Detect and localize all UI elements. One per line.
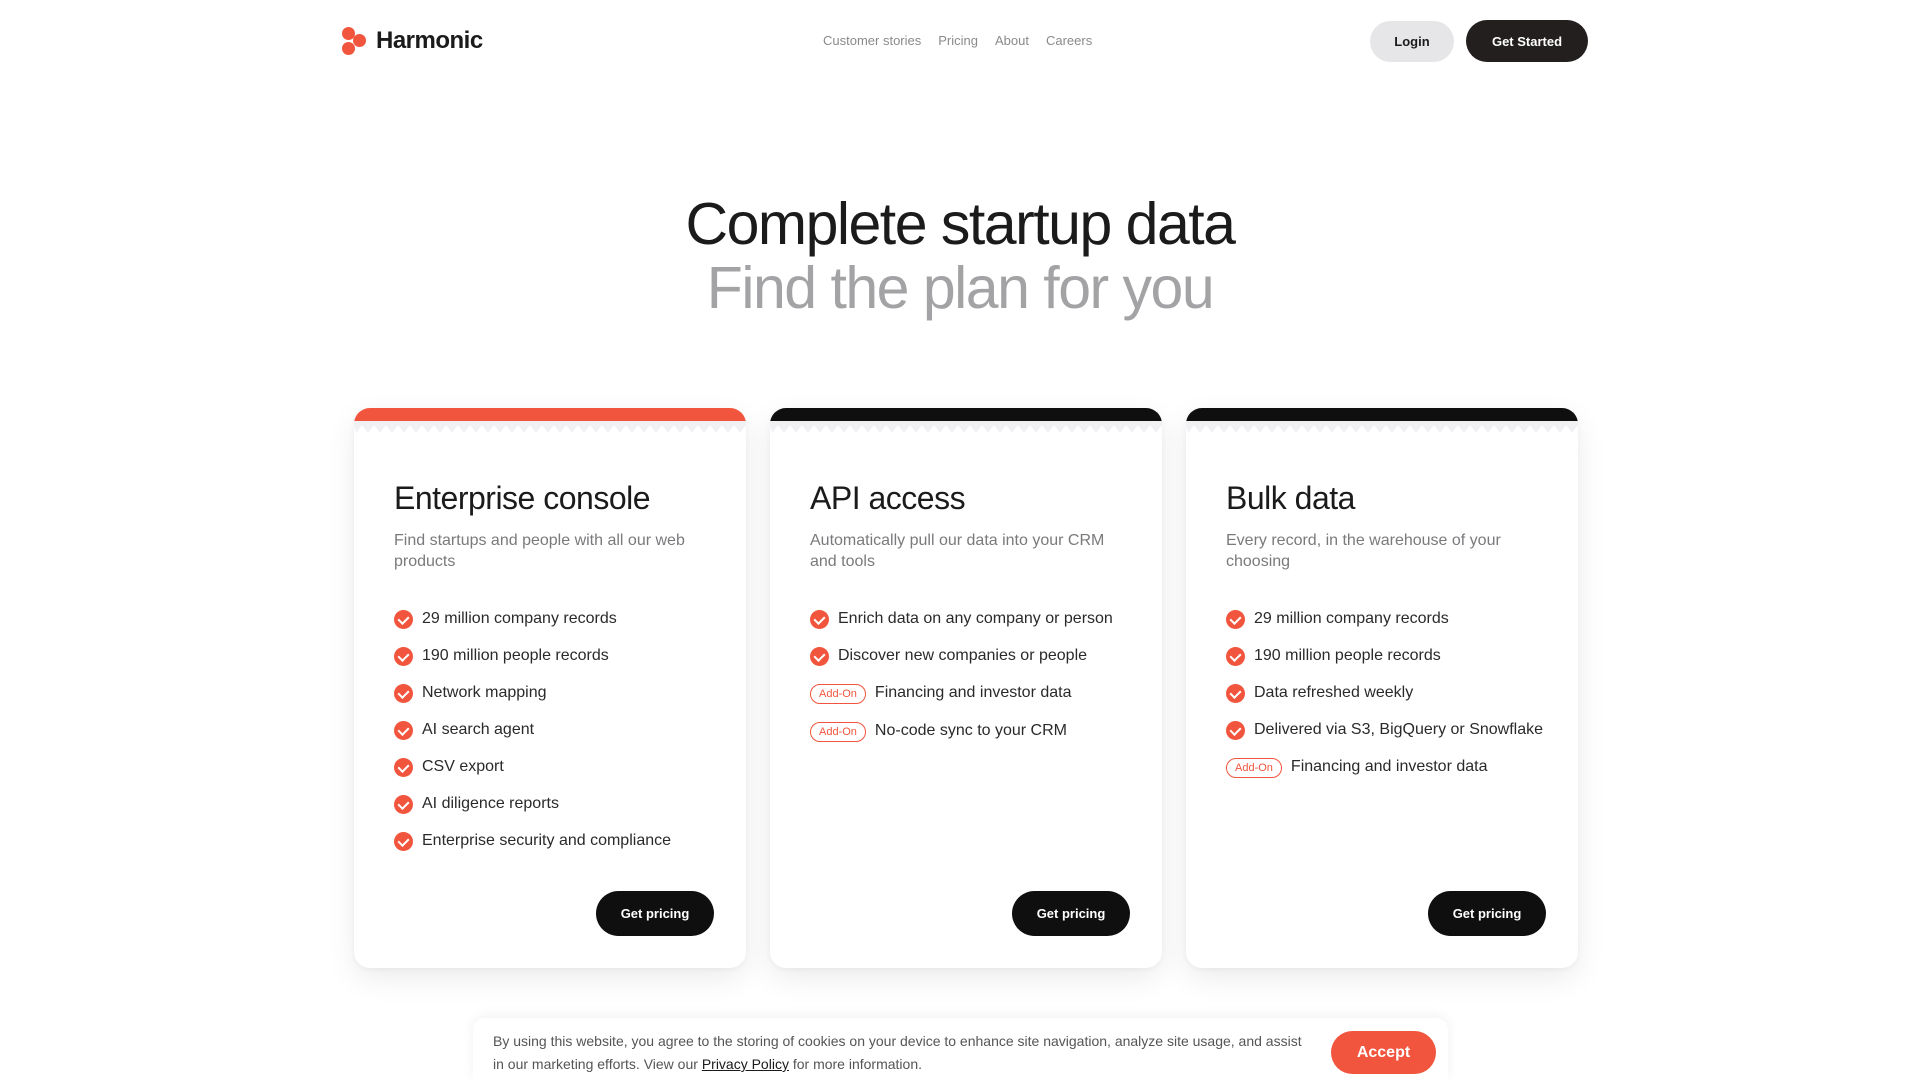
card-accent-bar <box>354 408 746 417</box>
feature-text: Enrich data on any company or person <box>838 610 1113 627</box>
feature-text: Network mapping <box>422 684 547 701</box>
nav-customer-stories[interactable]: Customer stories <box>823 33 921 48</box>
feature-item: Add-On Financing and investor data <box>810 683 1140 704</box>
card-zigzag-edge <box>1186 417 1578 433</box>
card-title: API access <box>810 480 966 516</box>
feature-text: 190 million people records <box>422 647 609 664</box>
feature-item: Enterprise security and compliance <box>394 831 724 851</box>
feature-text: AI diligence reports <box>422 795 559 812</box>
plan-card-enterprise: Enterprise console Find startups and peo… <box>354 408 746 968</box>
site-header: Harmonic Customer stories Pricing About … <box>0 0 1920 82</box>
cookie-banner: By using this website, you agree to the … <box>473 1018 1448 1080</box>
feature-item: Delivered via S3, BigQuery or Snowflake <box>1226 720 1556 740</box>
feature-text: 190 million people records <box>1254 647 1441 664</box>
hero: Complete startup data Find the plan for … <box>0 192 1920 320</box>
card-accent-bar <box>770 408 1162 417</box>
feature-item: Add-On Financing and investor data <box>1226 757 1556 778</box>
check-circle-icon <box>1226 684 1245 703</box>
card-subtitle: Find startups and people with all our we… <box>394 532 685 570</box>
feature-item: Data refreshed weekly <box>1226 683 1556 703</box>
check-circle-icon <box>394 758 413 777</box>
card-subtitle: Automatically pull our data into your CR… <box>810 532 1105 570</box>
get-pricing-button[interactable]: Get pricing <box>596 891 714 936</box>
hero-subtitle: Find the plan for you <box>706 255 1215 321</box>
logo[interactable]: Harmonic <box>340 25 483 57</box>
check-circle-icon <box>394 610 413 629</box>
check-circle-icon <box>1226 647 1245 666</box>
feature-item: 29 million company records <box>394 609 724 629</box>
feature-item: 29 million company records <box>1226 609 1556 629</box>
feature-text: 29 million company records <box>422 610 617 627</box>
feature-text: Enterprise security and compliance <box>422 832 672 849</box>
nav-about[interactable]: About <box>995 33 1029 48</box>
card-title: Enterprise console <box>394 480 651 516</box>
nav-careers[interactable]: Careers <box>1046 33 1092 48</box>
feature-item: 190 million people records <box>394 646 724 666</box>
login-button[interactable]: Login <box>1370 21 1454 62</box>
card-accent-bar <box>1186 408 1578 417</box>
feature-item: AI search agent <box>394 720 724 740</box>
feature-text: Delivered via S3, BigQuery or Snowflake <box>1254 721 1544 738</box>
check-circle-icon <box>394 795 413 814</box>
feature-item: 190 million people records <box>1226 646 1556 666</box>
check-circle-icon <box>394 721 413 740</box>
harmonic-logo-icon <box>340 25 370 57</box>
get-pricing-button[interactable]: Get pricing <box>1428 891 1546 936</box>
feature-list: 29 million company records 190 million pe… <box>394 609 724 868</box>
feature-list: 29 million company records 190 million pe… <box>1226 609 1556 795</box>
add-on-badge: Add-On <box>810 684 866 704</box>
feature-item: CSV export <box>394 757 724 777</box>
cookie-text-after: for more information. <box>788 1056 923 1072</box>
check-circle-icon <box>1226 721 1245 740</box>
feature-text: Discover new companies or people <box>838 647 1088 664</box>
card-zigzag-edge <box>354 417 746 433</box>
card-zigzag-edge <box>770 417 1162 433</box>
check-circle-icon <box>394 684 413 703</box>
check-circle-icon <box>810 647 829 666</box>
get-pricing-button[interactable]: Get pricing <box>1012 891 1130 936</box>
feature-text: Financing and investor data <box>1290 758 1488 775</box>
feature-list: Enrich data on any company or person Disc… <box>810 609 1140 759</box>
plan-card-api: API access Automatically pull our data i… <box>770 408 1162 968</box>
feature-text: Financing and investor data <box>874 684 1072 701</box>
feature-item: AI diligence reports <box>394 794 724 814</box>
check-circle-icon <box>394 647 413 666</box>
get-started-button[interactable]: Get Started <box>1466 20 1588 62</box>
feature-text: CSV export <box>422 758 504 775</box>
hero-title: Complete startup data <box>685 191 1237 257</box>
feature-text: Data refreshed weekly <box>1254 684 1414 701</box>
privacy-policy-link[interactable]: Privacy Policy <box>702 1056 789 1072</box>
feature-item: Add-On No-code sync to your CRM <box>810 721 1140 742</box>
add-on-badge: Add-On <box>1226 758 1282 778</box>
accept-cookies-button[interactable]: Accept <box>1331 1031 1436 1074</box>
check-circle-icon <box>810 610 829 629</box>
main-nav: Customer stories Pricing About Careers <box>823 33 1092 48</box>
nav-pricing[interactable]: Pricing <box>938 33 978 48</box>
add-on-badge: Add-On <box>810 722 866 742</box>
logo-text: Harmonic <box>376 27 483 54</box>
feature-item: Network mapping <box>394 683 724 703</box>
feature-item: Discover new companies or people <box>810 646 1140 666</box>
check-circle-icon <box>394 832 413 851</box>
cookie-message: By using this website, you agree to the … <box>493 1030 1313 1076</box>
feature-item: Enrich data on any company or person <box>810 609 1140 629</box>
plan-card-bulk: Bulk data Every record, in the warehouse… <box>1186 408 1578 968</box>
check-circle-icon <box>1226 610 1245 629</box>
feature-text: No-code sync to your CRM <box>874 722 1067 739</box>
card-subtitle: Every record, in the warehouse of your c… <box>1226 532 1501 570</box>
feature-text: 29 million company records <box>1254 610 1449 627</box>
feature-text: AI search agent <box>422 721 535 738</box>
card-title: Bulk data <box>1226 480 1355 516</box>
